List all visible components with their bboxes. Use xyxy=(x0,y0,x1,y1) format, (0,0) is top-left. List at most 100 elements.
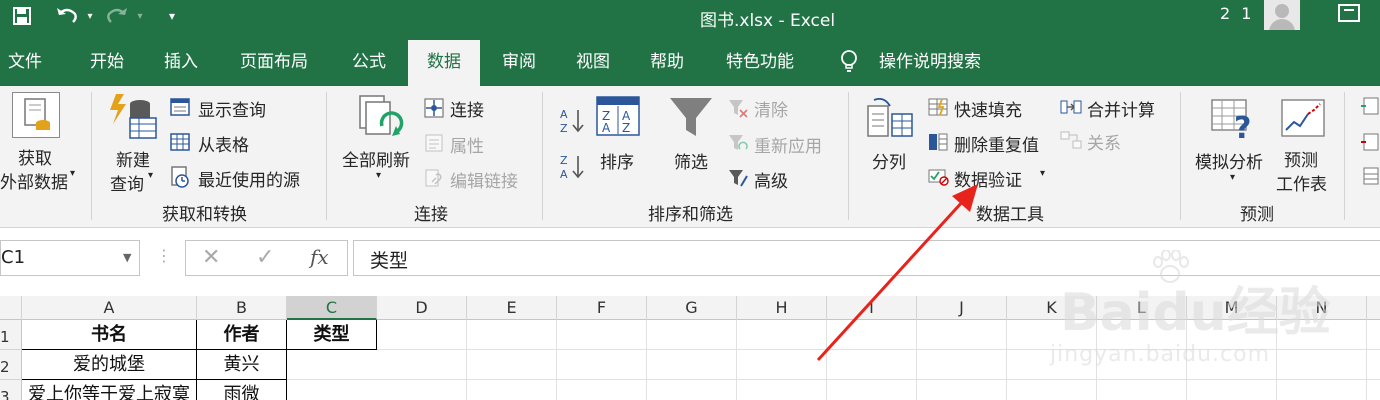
grid-line xyxy=(466,320,467,400)
get-external-data-icon[interactable] xyxy=(12,92,60,138)
what-if-analysis-button[interactable]: 模拟分析 xyxy=(1195,148,1263,173)
text-to-columns-button[interactable]: 分列 xyxy=(872,148,906,173)
tab-home[interactable]: 开始 xyxy=(90,40,124,86)
cell-b3[interactable]: 雨微 xyxy=(197,380,287,400)
redo-dropdown-icon[interactable]: ▾ xyxy=(134,4,146,28)
column-header-b[interactable]: B xyxy=(197,296,287,320)
reapply-button[interactable]: 重新应用 xyxy=(754,132,822,157)
forecast-sheet-label-2[interactable]: 工作表 xyxy=(1276,170,1327,195)
from-table-icon xyxy=(170,132,190,152)
cancel-icon[interactable]: ✕ xyxy=(202,245,220,270)
chevron-down-icon[interactable]: ▾ xyxy=(376,170,381,181)
select-all-button[interactable] xyxy=(0,296,22,320)
svg-text:A: A xyxy=(560,168,568,180)
text-to-columns-icon[interactable] xyxy=(866,97,914,140)
sort-button[interactable]: 排序 xyxy=(600,148,634,173)
column-header-i[interactable]: I xyxy=(827,296,917,320)
edit-links-button[interactable]: 编辑链接 xyxy=(450,167,518,192)
ungroup-outline-icon[interactable] xyxy=(1360,132,1380,152)
grid-line xyxy=(1006,320,1007,400)
tell-me-search[interactable]: 操作说明搜索 xyxy=(879,40,981,86)
subtotal-icon[interactable] xyxy=(1360,166,1380,186)
row-header-2[interactable]: 2 xyxy=(0,350,22,380)
name-box[interactable]: C1 ▼ xyxy=(0,240,140,276)
new-query-icon[interactable] xyxy=(108,92,158,140)
get-external-data-label-1[interactable]: 获取 xyxy=(18,144,52,169)
customize-qat-icon[interactable]: ▾ xyxy=(162,4,182,28)
chevron-down-icon[interactable]: ▼ xyxy=(123,251,131,264)
data-validation-button[interactable]: 数据验证 xyxy=(954,166,1022,191)
tab-formulas[interactable]: 公式 xyxy=(352,40,386,86)
sort-icon[interactable]: ZAAZ xyxy=(596,96,640,136)
get-external-data-label-2[interactable]: 外部数据 xyxy=(0,168,68,193)
ribbon-tabs: 文件 开始 插入 页面布局 公式 数据 审阅 视图 帮助 特色功能 操作说明搜索 xyxy=(0,40,1380,86)
column-header-d[interactable]: D xyxy=(377,296,467,320)
column-header-e[interactable]: E xyxy=(467,296,557,320)
undo-dropdown-icon[interactable]: ▾ xyxy=(84,4,96,28)
cell-b2[interactable]: 黄兴 xyxy=(197,350,287,380)
sort-z-a-icon[interactable]: ZA xyxy=(558,152,586,181)
tab-page-layout[interactable]: 页面布局 xyxy=(240,40,308,86)
relationships-button[interactable]: 关系 xyxy=(1087,129,1121,154)
group-label-sort-filter: 排序和筛选 xyxy=(648,205,733,225)
consolidate-button[interactable]: 合并计算 xyxy=(1087,96,1155,121)
row-header-1[interactable]: 1 xyxy=(0,320,22,350)
user-name[interactable]: 2 1 xyxy=(1220,4,1254,23)
column-header-a[interactable]: A xyxy=(22,296,197,320)
tab-review[interactable]: 审阅 xyxy=(502,40,536,86)
chevron-down-icon[interactable]: ▾ xyxy=(70,168,75,179)
row-header-3[interactable]: 3 xyxy=(0,380,22,400)
tab-data[interactable]: 数据 xyxy=(408,40,480,86)
show-queries-button[interactable]: 显示查询 xyxy=(198,96,266,121)
grid-line xyxy=(646,320,647,400)
group-separator xyxy=(91,92,92,220)
ribbon-display-options-icon[interactable] xyxy=(1338,4,1360,22)
filter-icon[interactable] xyxy=(668,96,714,140)
new-query-label-2[interactable]: 查询 xyxy=(110,170,144,195)
cell-a3[interactable]: 爱上你等于爱上寂寞 xyxy=(22,380,197,400)
tab-help[interactable]: 帮助 xyxy=(650,40,684,86)
refresh-all-button[interactable]: 全部刷新 xyxy=(342,146,410,171)
cell-a2[interactable]: 爱的城堡 xyxy=(22,350,197,380)
column-header-c[interactable]: C xyxy=(287,296,377,320)
column-header-f[interactable]: F xyxy=(557,296,647,320)
chevron-down-icon[interactable]: ▾ xyxy=(1230,172,1235,183)
what-if-analysis-icon[interactable]: ? xyxy=(1210,96,1258,146)
save-icon[interactable] xyxy=(10,4,34,28)
insert-function-button[interactable]: fx xyxy=(310,245,329,269)
cell-c1[interactable]: 类型 xyxy=(287,320,377,350)
group-outline-icon[interactable] xyxy=(1360,96,1380,116)
tab-file[interactable]: 文件 xyxy=(8,40,42,86)
chevron-down-icon[interactable]: ▾ xyxy=(1040,168,1045,179)
watermark-url: jingyan.baidu.com xyxy=(1050,342,1271,367)
properties-button[interactable]: 属性 xyxy=(450,132,484,157)
from-table-button[interactable]: 从表格 xyxy=(198,131,249,156)
remove-duplicates-button[interactable]: 删除重复值 xyxy=(954,131,1039,156)
tab-insert[interactable]: 插入 xyxy=(164,40,198,86)
filter-button[interactable]: 筛选 xyxy=(674,148,708,173)
column-header-g[interactable]: G xyxy=(647,296,737,320)
column-header-h[interactable]: H xyxy=(737,296,827,320)
forecast-sheet-label-1[interactable]: 预测 xyxy=(1284,146,1318,171)
svg-text:Z: Z xyxy=(622,121,630,135)
tab-special-features[interactable]: 特色功能 xyxy=(726,40,794,86)
avatar[interactable] xyxy=(1264,0,1300,30)
cell-b1[interactable]: 作者 xyxy=(197,320,287,350)
cell-a1[interactable]: 书名 xyxy=(22,320,197,350)
clear-button[interactable]: 清除 xyxy=(754,96,788,121)
undo-icon[interactable] xyxy=(54,4,80,28)
connections-button[interactable]: 连接 xyxy=(450,96,484,121)
sort-a-z-icon[interactable]: AZ xyxy=(558,106,586,135)
new-query-label-1[interactable]: 新建 xyxy=(116,146,150,171)
forecast-sheet-icon[interactable] xyxy=(1280,98,1326,138)
chevron-down-icon[interactable]: ▾ xyxy=(148,170,153,181)
formula-bar-splitter[interactable]: ⋮ xyxy=(156,246,172,265)
tab-view[interactable]: 视图 xyxy=(576,40,610,86)
refresh-all-icon[interactable] xyxy=(356,92,406,142)
recent-sources-button[interactable]: 最近使用的源 xyxy=(198,166,300,191)
column-header-j[interactable]: J xyxy=(917,296,1007,320)
flash-fill-button[interactable]: 快速填充 xyxy=(954,96,1022,121)
advanced-button[interactable]: 高级 xyxy=(754,167,788,192)
redo-icon[interactable] xyxy=(104,4,130,28)
enter-icon[interactable]: ✓ xyxy=(256,245,274,270)
